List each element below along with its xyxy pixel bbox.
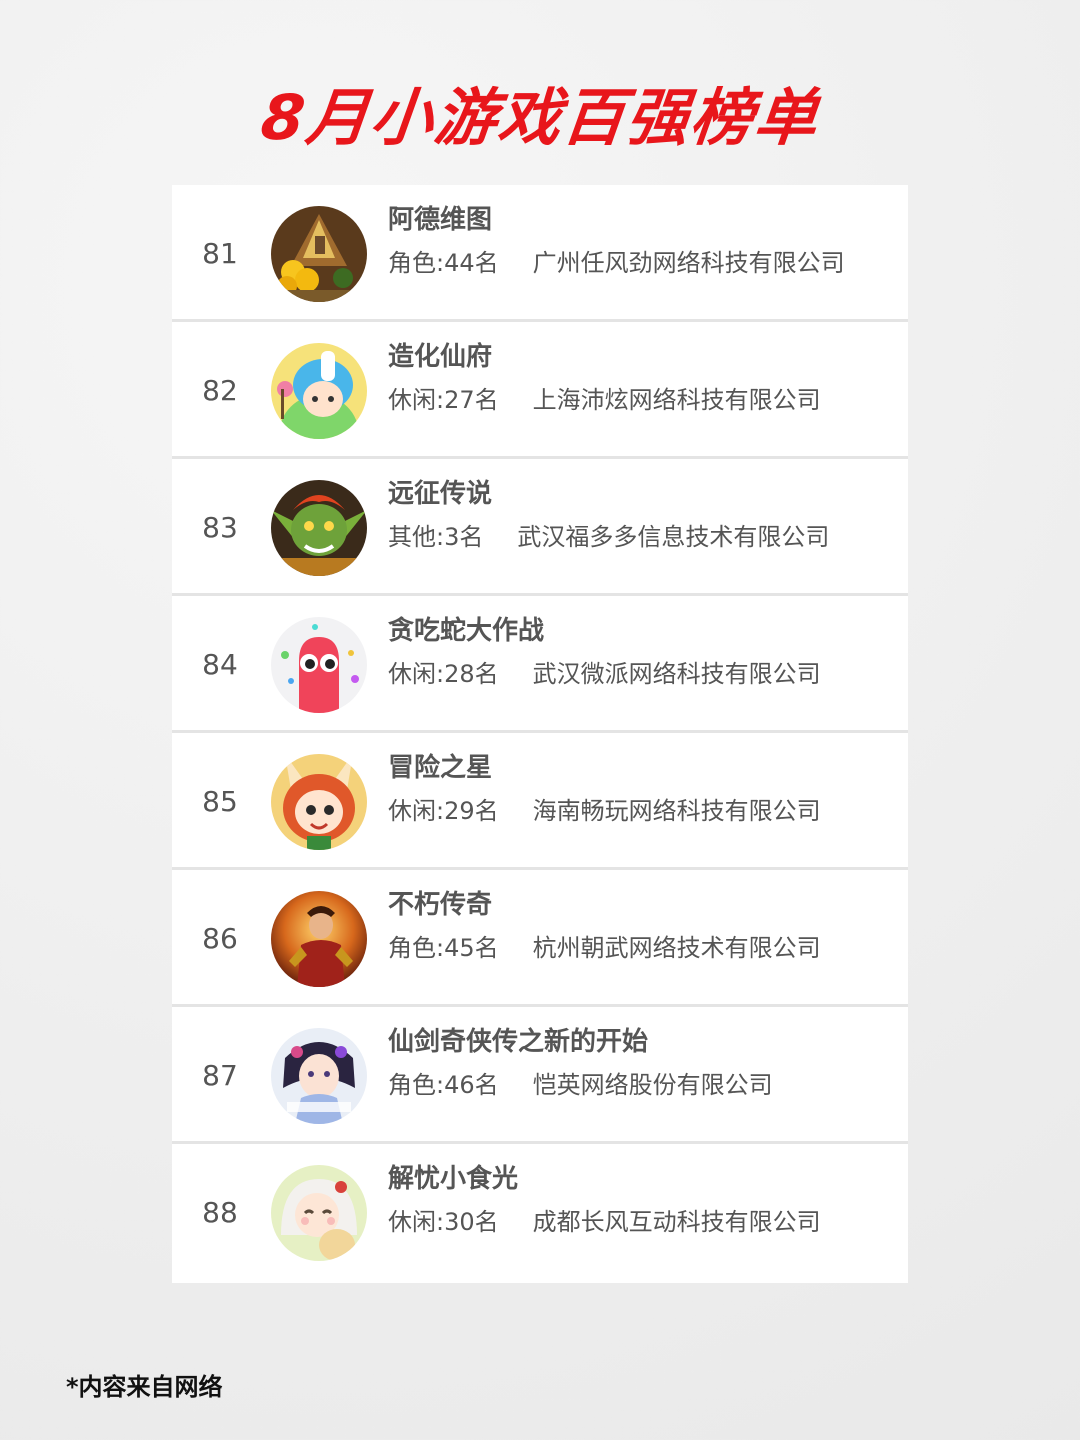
- red-snake-game-icon: [271, 617, 367, 713]
- game-name: 冒险之星: [388, 753, 493, 783]
- game-meta: 其他:3名 武汉福多多信息技术有限公司: [388, 517, 829, 552]
- game-meta: 角色:45名 杭州朝武网络技术有限公司: [388, 928, 821, 963]
- game-name: 造化仙府: [388, 342, 493, 372]
- rank-number: 88: [202, 1196, 238, 1229]
- game-company: 恺英网络股份有限公司: [532, 1071, 773, 1099]
- warrior-game-icon: [271, 891, 367, 987]
- game-category-rank: 休闲:27名: [388, 386, 499, 414]
- ranking-list: 81 阿德维图 角色:44名 广州任风劲网络科技有限公司 82 造化仙府 休闲:…: [172, 185, 908, 1283]
- game-meta: 休闲:30名 成都长风互动科技有限公司: [388, 1202, 821, 1237]
- rank-number: 85: [202, 785, 238, 818]
- list-item[interactable]: 83 远征传说 其他:3名 武汉福多多信息技术有限公司: [172, 459, 908, 596]
- game-name: 仙剑奇侠传之新的开始: [388, 1027, 649, 1057]
- list-item[interactable]: 81 阿德维图 角色:44名 广州任风劲网络科技有限公司: [172, 185, 908, 322]
- game-company: 海南畅玩网络科技有限公司: [532, 797, 821, 825]
- list-item[interactable]: 85 冒险之星 休闲:29名 海南畅玩网络科技有限公司: [172, 733, 908, 870]
- goblin-game-icon: [271, 480, 367, 576]
- bunny-hood-hero-game-icon: [271, 754, 367, 850]
- rank-number: 86: [202, 922, 238, 955]
- game-category-rank: 角色:46名: [388, 1071, 499, 1099]
- game-meta: 休闲:27名 上海沛炫网络科技有限公司: [388, 380, 821, 415]
- game-category-rank: 其他:3名: [388, 523, 484, 551]
- page-title: 8月小游戏百强榜单: [257, 81, 823, 154]
- game-company: 武汉福多多信息技术有限公司: [517, 523, 830, 551]
- game-category-rank: 休闲:29名: [388, 797, 499, 825]
- game-company: 杭州朝武网络技术有限公司: [532, 934, 821, 962]
- anime-girl-game-icon: [271, 1165, 367, 1261]
- rank-number: 82: [202, 374, 238, 407]
- xianjian-game-icon: [271, 1028, 367, 1124]
- gold-mine-game-icon: [271, 206, 367, 302]
- game-name: 远征传说: [388, 479, 493, 509]
- rank-number: 81: [202, 237, 238, 270]
- game-name: 阿德维图: [388, 205, 493, 235]
- blue-hair-girl-game-icon: [271, 343, 367, 439]
- list-item[interactable]: 82 造化仙府 休闲:27名 上海沛炫网络科技有限公司: [172, 322, 908, 459]
- game-company: 广州任风劲网络科技有限公司: [532, 249, 845, 277]
- game-company: 成都长风互动科技有限公司: [532, 1208, 821, 1236]
- source-note: *内容来自网络: [66, 1373, 223, 1401]
- game-meta: 角色:44名 广州任风劲网络科技有限公司: [388, 243, 845, 278]
- list-item[interactable]: 87 仙剑奇侠传之新的开始 角色:46名 恺英网络股份有限公司: [172, 1007, 908, 1144]
- game-category-rank: 角色:44名: [388, 249, 499, 277]
- rank-number: 84: [202, 648, 238, 681]
- game-name: 解忧小食光: [388, 1164, 519, 1194]
- game-company: 武汉微派网络科技有限公司: [532, 660, 821, 688]
- game-category-rank: 休闲:28名: [388, 660, 499, 688]
- list-item[interactable]: 86 不朽传奇 角色:45名 杭州朝武网络技术有限公司: [172, 870, 908, 1007]
- list-item[interactable]: 88 解忧小食光 休闲:30名 成都长风互动科技有限公司: [172, 1144, 908, 1281]
- list-item[interactable]: 84 贪吃蛇大作战 休闲:28名 武汉微派网络科技有限公司: [172, 596, 908, 733]
- rank-number: 83: [202, 511, 238, 544]
- game-meta: 休闲:28名 武汉微派网络科技有限公司: [388, 654, 821, 689]
- game-meta: 休闲:29名 海南畅玩网络科技有限公司: [388, 791, 821, 826]
- game-company: 上海沛炫网络科技有限公司: [532, 386, 821, 414]
- game-name: 贪吃蛇大作战: [388, 616, 545, 646]
- game-meta: 角色:46名 恺英网络股份有限公司: [388, 1065, 773, 1100]
- game-category-rank: 休闲:30名: [388, 1208, 499, 1236]
- game-category-rank: 角色:45名: [388, 934, 499, 962]
- game-name: 不朽传奇: [388, 890, 493, 920]
- rank-number: 87: [202, 1059, 238, 1092]
